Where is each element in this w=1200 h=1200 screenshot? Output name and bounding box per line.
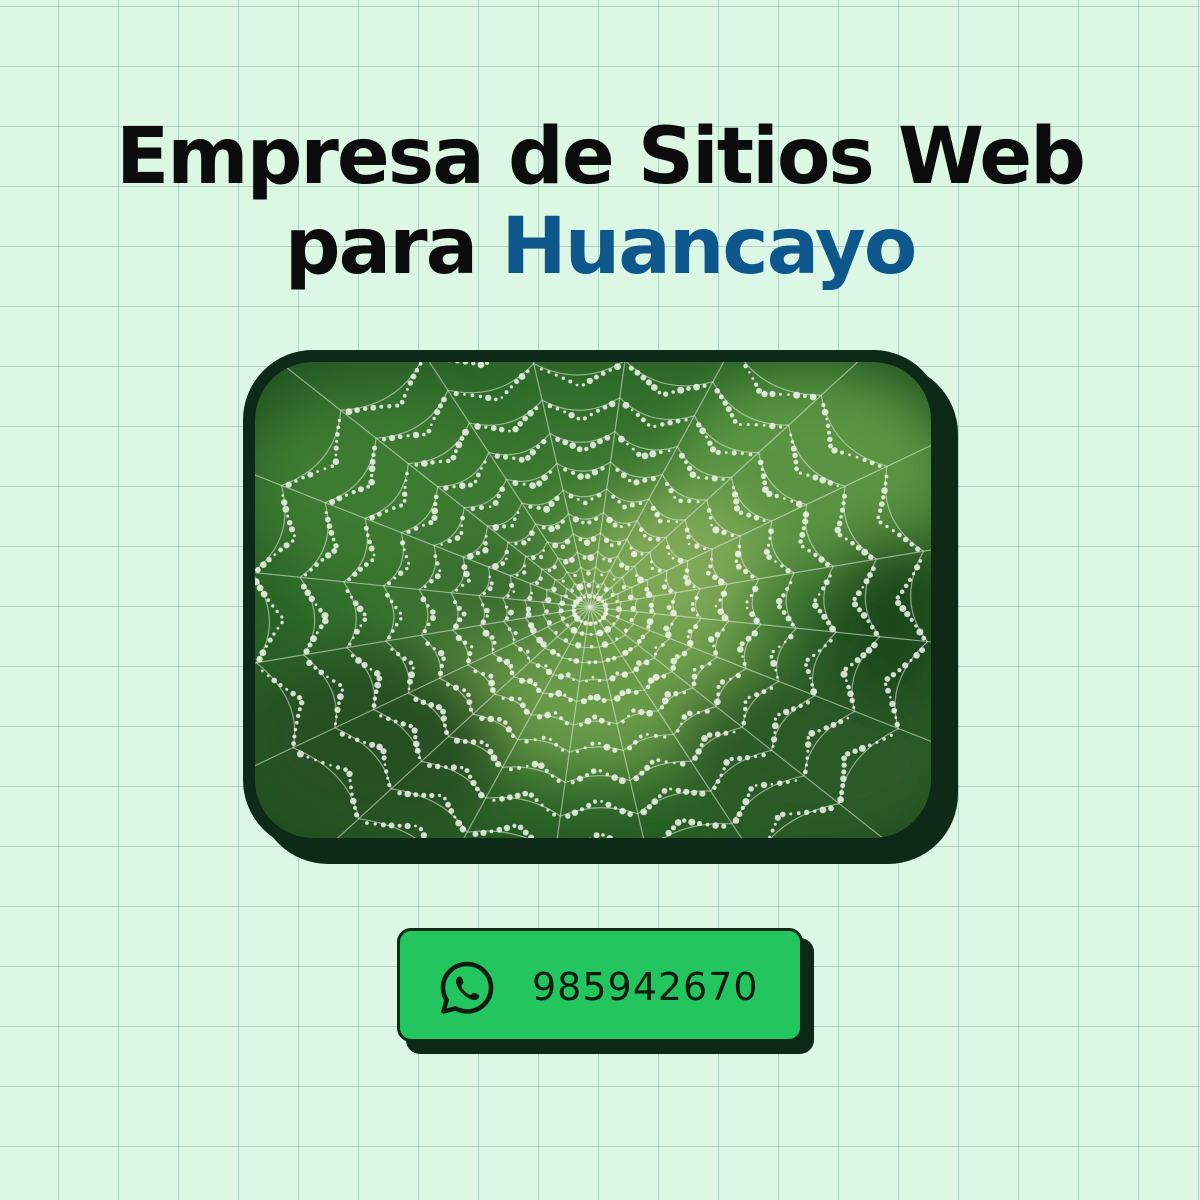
hero-photo <box>243 350 943 850</box>
whatsapp-phone-number: 985942670 <box>532 965 759 1009</box>
headline-line-1: Empresa de Sitios Web <box>116 112 1086 202</box>
page-title: Empresa de Sitios Web para Huancayo <box>0 112 1200 292</box>
whatsapp-contact-button[interactable]: 985942670 <box>397 928 803 1042</box>
headline-line-2-prefix: para <box>284 202 502 292</box>
spider-web-photo <box>255 362 931 838</box>
headline-city: Huancayo <box>501 202 917 292</box>
whatsapp-icon <box>440 961 494 1014</box>
